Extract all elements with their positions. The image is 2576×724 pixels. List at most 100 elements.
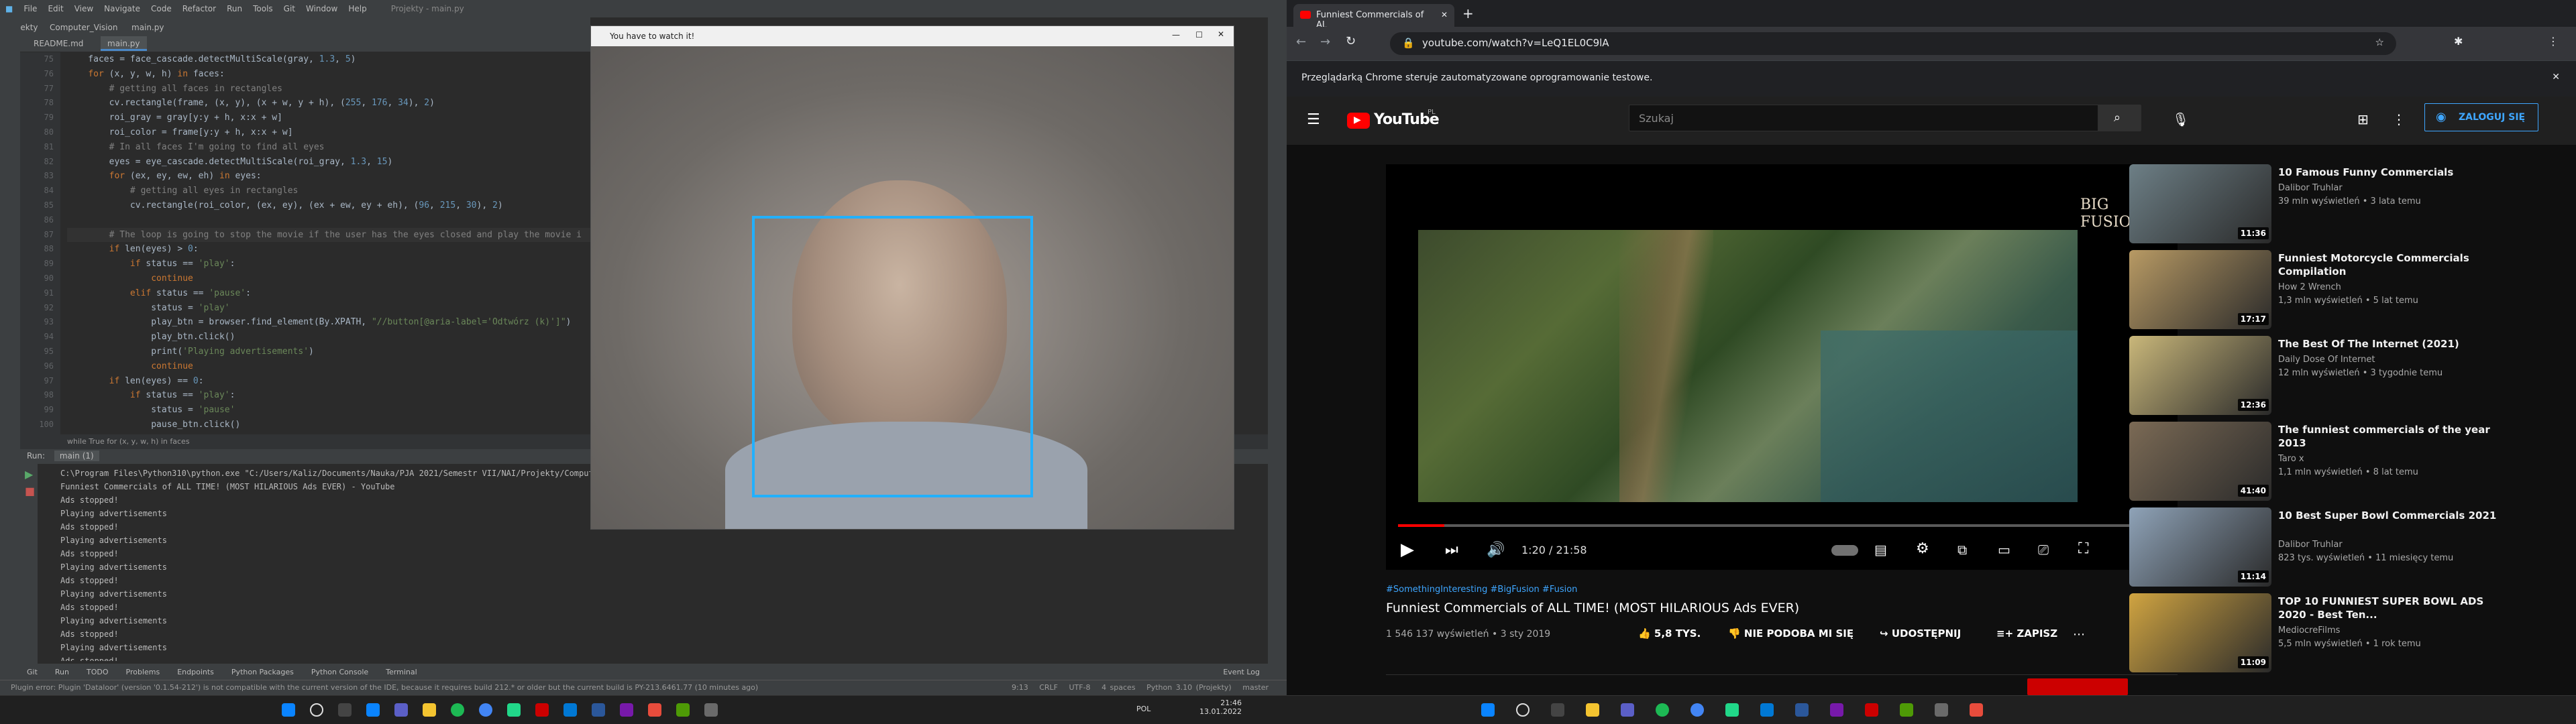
menu-navigate[interactable]: Navigate — [104, 4, 140, 13]
microphone-icon[interactable]: 🎙 — [2172, 111, 2189, 127]
spotify-icon-2[interactable] — [1656, 703, 1669, 717]
tab-readme[interactable]: README.md — [27, 36, 90, 51]
suggestion-title[interactable]: The Best Of The Internet (2021) — [2278, 337, 2500, 351]
menu-run[interactable]: Run — [227, 4, 242, 13]
suggestion-item[interactable]: 11:09 TOP 10 FUNNIEST SUPER BOWL ADS 2020… — [2129, 593, 2532, 672]
chrome-menu-icon[interactable]: ⋮ — [2548, 35, 2559, 48]
tool-endpoints[interactable]: Endpoints — [177, 668, 214, 676]
settings-icon[interactable] — [704, 703, 718, 717]
widgets-icon[interactable] — [366, 703, 380, 717]
code-line[interactable]: play_btn = browser.find_element(By.XPATH… — [67, 315, 590, 330]
menu-help[interactable]: Help — [348, 4, 366, 13]
more-actions-icon[interactable]: ⋯ — [2073, 627, 2085, 642]
code-line[interactable]: elif status == 'pause': — [67, 286, 590, 301]
new-tab-icon[interactable]: + — [1462, 5, 1474, 21]
volume-icon[interactable]: 🔊 — [1487, 542, 1505, 558]
suggestion-title[interactable]: The funniest commercials of the year 201… — [2278, 423, 2500, 450]
task-view-icon[interactable] — [338, 703, 352, 717]
spotify-icon[interactable] — [451, 703, 464, 717]
search-button[interactable]: ⌕ — [2098, 105, 2141, 131]
menu-refactor[interactable]: Refactor — [182, 4, 216, 13]
subtitles-icon[interactable]: ▤ — [1874, 542, 1887, 558]
pycharm-icon[interactable] — [507, 703, 521, 717]
teams-icon[interactable] — [394, 703, 408, 717]
menu-file[interactable]: File — [23, 4, 37, 13]
code-line[interactable]: print('Playing advertisements') — [67, 345, 590, 359]
tool-python-console[interactable]: Python Console — [311, 668, 368, 676]
menu-git[interactable]: Git — [284, 4, 295, 13]
tool-python-packages[interactable]: Python Packages — [231, 668, 294, 676]
suggestion-item[interactable]: 11:14 10 Best Super Bowl Commercials 2021… — [2129, 507, 2532, 587]
status-position[interactable]: 9:13 — [1012, 683, 1028, 692]
menu-tools[interactable]: Tools — [253, 4, 273, 13]
code-line[interactable]: # In all faces I'm going to find all eye… — [67, 140, 590, 155]
settings-gear-icon[interactable]: ⚙ — [1916, 540, 1929, 557]
code-line[interactable]: roi_color = frame[y:y + h, x:x + w] — [67, 125, 590, 140]
hamburger-menu-icon[interactable]: ☰ — [1307, 111, 1320, 128]
play-icon[interactable]: ▶ — [1401, 540, 1414, 560]
hashtags[interactable]: #SomethingInteresting #BigFusion #Fusion — [1386, 585, 1577, 595]
tab-close-icon[interactable]: ✕ — [1441, 10, 1448, 19]
word-icon-2[interactable] — [1795, 703, 1809, 717]
suggestion-item[interactable]: 17:17 Funniest Motorcycle Commercials Com… — [2129, 250, 2532, 329]
settings-dots-icon[interactable]: ⋮ — [2392, 111, 2406, 127]
suggestion-channel[interactable]: How 2 Wrench — [2278, 282, 2341, 292]
windows-start-icon-2[interactable] — [1481, 703, 1495, 717]
miniplayer-icon[interactable]: ⧉ — [1957, 542, 1967, 558]
clock[interactable]: 21:46 13.01.2022 — [1199, 699, 1242, 716]
tab-main-py[interactable]: main.py — [101, 36, 147, 51]
subscribe-button[interactable] — [2027, 678, 2128, 695]
like-button[interactable]: 👍 5,8 TYS. — [1638, 627, 1701, 640]
suggestion-channel[interactable]: Dalibor Truhlar — [2278, 183, 2343, 193]
status-indent[interactable]: 4 spaces — [1102, 683, 1136, 692]
code-line[interactable]: faces = face_cascade.detectMultiScale(gr… — [67, 52, 590, 67]
tool-run[interactable]: Run — [55, 668, 69, 676]
status-line-sep[interactable]: CRLF — [1039, 683, 1058, 692]
tool-git[interactable]: Git — [27, 668, 38, 676]
code-line[interactable]: # getting all eyes in rectangles — [67, 184, 590, 198]
suggestion-item[interactable]: 12:36 The Best Of The Internet (2021) Dail… — [2129, 336, 2532, 415]
code-line[interactable]: play_btn.click() — [67, 330, 590, 345]
breadcrumb-file[interactable]: main.py — [131, 23, 164, 32]
next-icon[interactable]: ⏭ — [1445, 542, 1458, 558]
search-taskbar-icon[interactable] — [310, 703, 323, 717]
sign-in-button[interactable]: ◉ ZALOGUJ SIĘ — [2424, 103, 2538, 131]
close-icon[interactable]: ✕ — [1218, 29, 1224, 39]
breadcrumb-folder[interactable]: Computer_Vision — [50, 23, 117, 32]
tool-event-log[interactable]: Event Log — [1223, 668, 1260, 676]
suggestion-item[interactable]: 41:40 The funniest commercials of the yea… — [2129, 422, 2532, 501]
status-encoding[interactable]: UTF-8 — [1069, 683, 1090, 692]
chrome-taskbar-icon[interactable] — [479, 703, 492, 717]
infobar-close-icon[interactable]: ✕ — [2552, 72, 2560, 82]
suggestion-title[interactable]: TOP 10 FUNNIEST SUPER BOWL ADS 2020 - Be… — [2278, 595, 2500, 621]
pycharm-icon-2[interactable] — [1725, 703, 1739, 717]
apps-grid-icon[interactable]: ⊞ — [2357, 111, 2369, 127]
code-line[interactable]: status = 'pause' — [67, 403, 590, 418]
video-player[interactable]: BIG FUSION ⓘ ▶ ⏭ 🔊 1:20 / 21:58 ▤ ⚙ ⧉ ▭ … — [1386, 164, 2178, 570]
status-interpreter[interactable]: Python 3.10 (Projekty) — [1146, 683, 1232, 692]
code-line[interactable]: if len(eyes) > 0: — [67, 242, 590, 257]
menu-view[interactable]: View — [74, 4, 93, 13]
suggestion-title[interactable]: Funniest Motorcycle Commercials Compilat… — [2278, 251, 2500, 278]
search-input[interactable]: Szukaj — [1629, 105, 2098, 131]
cast-icon[interactable]: ⎚ — [2038, 542, 2049, 558]
suggestion-channel[interactable]: Daily Dose Of Internet — [2278, 355, 2375, 365]
code-line[interactable]: for (ex, ey, ew, eh) in eyes: — [67, 169, 590, 184]
language-indicator[interactable]: POL — [1136, 705, 1150, 713]
suggestion-channel[interactable]: Dalibor Truhlar — [2278, 540, 2343, 550]
code-line[interactable]: # The loop is going to stop the movie if… — [67, 227, 590, 243]
file-explorer-icon-2[interactable] — [1586, 703, 1599, 717]
fullscreen-icon[interactable]: ⛶ — [2078, 540, 2088, 557]
code-line[interactable]: continue — [67, 272, 590, 286]
rerun-icon[interactable]: ▶ — [25, 468, 33, 481]
theater-mode-icon[interactable]: ▭ — [1998, 542, 2010, 558]
file-explorer-icon[interactable] — [423, 703, 436, 717]
code-line[interactable]: if len(eyes) == 0: — [67, 374, 590, 389]
search-taskbar-icon-2[interactable] — [1516, 703, 1529, 717]
suggestion-channel[interactable]: Taro x — [2278, 454, 2304, 464]
suggestion-title[interactable]: 10 Famous Funny Commercials — [2278, 166, 2500, 179]
code-line[interactable]: for (x, y, w, h) in faces: — [67, 67, 590, 82]
onenote-icon[interactable] — [620, 703, 633, 717]
tool-problems[interactable]: Problems — [126, 668, 160, 676]
reload-icon[interactable]: ↻ — [1346, 34, 1356, 48]
